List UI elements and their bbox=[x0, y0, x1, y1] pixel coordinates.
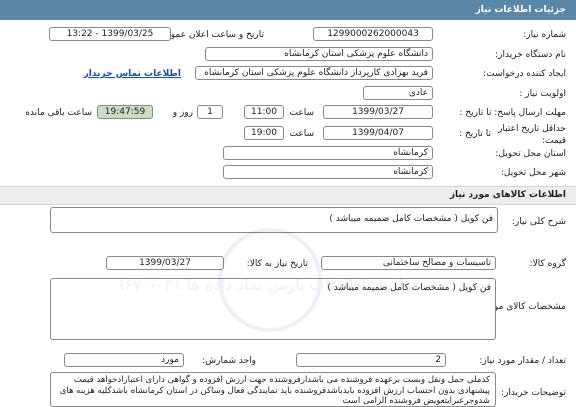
page-header: جزئیات اطلاعات نیاز bbox=[0, 0, 576, 20]
province-field[interactable]: کرمانشاه bbox=[223, 146, 433, 160]
priority-label: اولویت نیاز : bbox=[519, 89, 566, 99]
unit-label: واحد شمارش: bbox=[202, 356, 256, 366]
buyer-notes-label: توضیحات خریدار: bbox=[500, 388, 566, 398]
deadline-time-label: ساعت bbox=[289, 108, 315, 118]
summary-field[interactable]: فن کویل ( مشخصات کامل ضمیمه میباشد ) bbox=[50, 207, 498, 233]
validity-time-label: ساعت bbox=[289, 129, 315, 139]
creator-label: ایجاد کننده درخواست: bbox=[483, 69, 566, 79]
buyer-label: نام دستگاه خریدار: bbox=[495, 50, 566, 60]
buyer-contact-link[interactable]: اطلاعات تماس خریدار bbox=[84, 67, 181, 81]
countdown-timer: 19:47:59 bbox=[97, 105, 153, 119]
city-field[interactable]: کرمانشاه bbox=[223, 165, 433, 179]
deadline-time-field[interactable]: 11:00 bbox=[244, 105, 284, 119]
buyer-notes-field: کدملی حمل ونقل وبست برعهده فروشنده می با… bbox=[50, 372, 496, 407]
priority-field[interactable]: عادی bbox=[363, 86, 433, 100]
buyer-field[interactable]: دانشگاه علوم پزشکی استان کرمانشاه bbox=[205, 47, 433, 61]
summary-label: شرح کلی نیاز: bbox=[511, 217, 566, 227]
validity-time-field[interactable]: 19:00 bbox=[244, 126, 284, 140]
deadline-date-field[interactable]: 1399/03/27 bbox=[323, 105, 433, 119]
validity-until-label: تا تاریخ : bbox=[459, 129, 491, 139]
days-label: روز و bbox=[172, 108, 193, 118]
validity-label: حداقل تاریخ اعتبار قیمت: bbox=[498, 124, 566, 146]
creator-field[interactable]: فرید بهزادی کارپرداز دانشگاه علوم پزشکی … bbox=[195, 66, 433, 80]
spec-field[interactable]: فن کویل ( مشخصات کامل ضمیمه میباشد ) bbox=[50, 278, 496, 340]
goods-group-field[interactable]: تاسیسات و مصالح ساختمانی bbox=[321, 256, 496, 270]
days-remaining-field[interactable]: 1 bbox=[197, 105, 223, 119]
need-date-field[interactable]: 1399/03/27 bbox=[106, 256, 224, 270]
goods-group-label: گروه کالا: bbox=[529, 259, 566, 269]
need-details-page: جزئیات اطلاعات نیاز شماره نیاز: 12990002… bbox=[0, 0, 576, 407]
validity-date-field[interactable]: 1399/04/07 bbox=[323, 126, 433, 140]
announce-date-field[interactable]: 1399/03/25 - 13:22 bbox=[49, 27, 171, 41]
quantity-field[interactable]: 2 bbox=[296, 353, 446, 367]
quantity-label: تعداد / مقدار مورد نیاز: bbox=[479, 356, 566, 366]
deadline-label: مهلت ارسال پاسخ: تا تاریخ : bbox=[459, 108, 566, 118]
goods-section-header: اطلاعات کالاهای مورد نیاز bbox=[0, 186, 576, 205]
city-label: شهر محل تحویل: bbox=[500, 168, 566, 178]
need-date-label: تاریخ نیاز به کالا: bbox=[246, 259, 308, 269]
need-number-field[interactable]: 1299000262000043 bbox=[313, 27, 433, 41]
unit-field[interactable]: مورد bbox=[64, 353, 184, 367]
province-label: استان محل تحویل: bbox=[495, 149, 566, 159]
announce-date-label: تاریخ و ساعت اعلان عمومی: bbox=[155, 30, 264, 40]
need-number-label: شماره نیاز: bbox=[523, 30, 566, 40]
remaining-label: ساعت باقی مانده bbox=[25, 108, 92, 118]
